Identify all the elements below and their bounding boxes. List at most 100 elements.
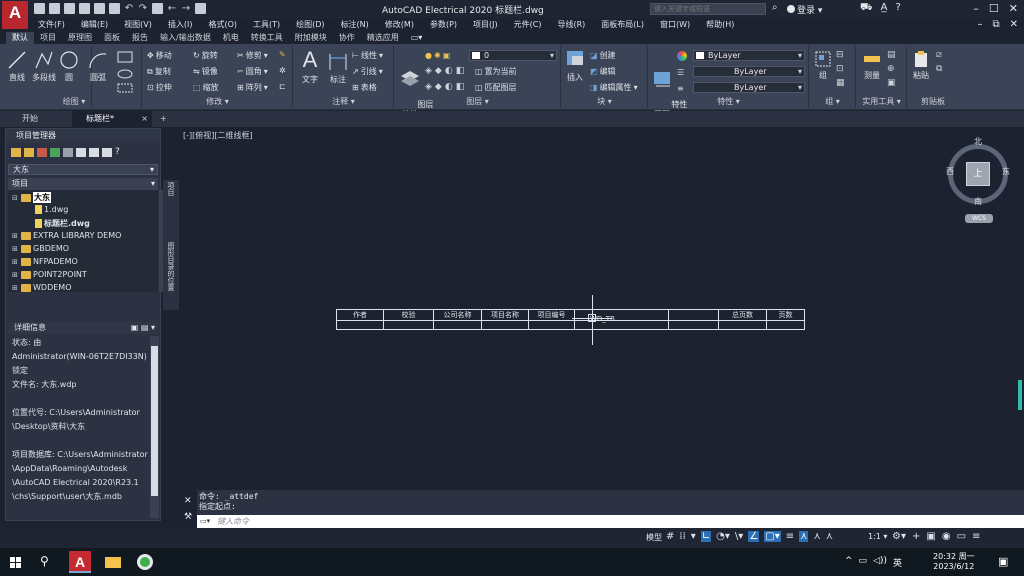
annotation-scale-dropdown[interactable]: 1:1 ▾ <box>868 532 887 541</box>
workspace-gear-icon[interactable]: ⚙▾ <box>892 531 906 542</box>
expand-toggle-icon[interactable]: ⊞ <box>12 271 19 279</box>
line-button[interactable]: 直线 <box>6 50 28 83</box>
details-scroll-thumb[interactable] <box>151 346 158 496</box>
menu-item-8[interactable]: 修改(M) <box>377 18 422 32</box>
move-button[interactable]: ✥ 移动 <box>147 50 172 61</box>
canvas-scroll-indicator[interactable] <box>1018 380 1022 410</box>
ribbon-minimize-toggle[interactable]: ▭▾ <box>405 32 429 44</box>
viewcube[interactable]: 上 北 南 东 西 WCS <box>946 137 1010 228</box>
tree-item[interactable]: 标题栏.dwg <box>26 218 90 229</box>
menu-item-11[interactable]: 元件(C) <box>506 18 550 32</box>
binoculars-icon[interactable]: ⌕ <box>772 2 778 13</box>
menu-item-4[interactable]: 格式(O) <box>200 18 245 32</box>
block-panel-title[interactable]: 块 ▾ <box>562 96 647 107</box>
linetype-icon[interactable]: ☰ <box>677 68 684 77</box>
tree-item[interactable]: ⊞ NFPADEMO <box>12 257 78 266</box>
ungroup-icon[interactable]: ⊟ <box>836 50 845 60</box>
expand-toggle-icon[interactable]: ⊞ <box>12 245 19 253</box>
grid-icon[interactable]: # <box>666 531 674 542</box>
copy-button[interactable]: ⧉ 复制 <box>147 66 171 77</box>
menu-item-5[interactable]: 工具(T) <box>245 18 288 32</box>
publish-icon[interactable] <box>102 148 112 157</box>
title-block-table[interactable]: WD_TB 作者 校验 公司名称 项目名称 项目编号 总页数 页数 <box>336 309 805 330</box>
sheet-set-icon[interactable] <box>109 3 120 14</box>
group-select-icon[interactable]: ▦ <box>836 78 845 88</box>
wcs-menu[interactable]: WCS <box>965 214 993 223</box>
annotation-visibility-icon[interactable]: ⋏ <box>799 531 809 542</box>
print-icon[interactable] <box>152 3 163 14</box>
measure-button[interactable]: 测量 <box>861 50 883 81</box>
new-project-icon[interactable] <box>24 148 34 157</box>
customize-icon[interactable]: ≡ <box>972 531 980 542</box>
scale-button[interactable]: ⬚ 缩放 <box>193 82 219 93</box>
layer-lock-icon[interactable]: ◧ <box>456 66 465 76</box>
menu-item-15[interactable]: 帮助(H) <box>698 18 742 32</box>
ribbon-tab-10[interactable]: 精选应用 <box>361 32 405 44</box>
menu-item-2[interactable]: 视图(V) <box>116 18 160 32</box>
compass-west[interactable]: 西 <box>946 166 954 177</box>
customize-command-icon[interactable]: ⚒ <box>184 512 192 522</box>
id-point-icon[interactable]: ⊕ <box>887 64 896 74</box>
annotation-scale-icon[interactable]: ⋏ <box>826 531 833 542</box>
layer-thaw-icon[interactable]: ◧ <box>456 82 465 92</box>
rectangle-hatch-icons[interactable] <box>116 50 136 94</box>
details-toggle-icons[interactable]: ▣ ▤ ▾ <box>131 322 155 334</box>
match-layer-button[interactable]: ◫ 匹配图层 <box>475 82 517 93</box>
minimize-icon[interactable]: – <box>973 2 979 15</box>
object-snap-icon[interactable]: ▢▾ <box>764 531 781 542</box>
back-icon[interactable]: ← <box>167 3 177 14</box>
auto-scale-icon[interactable]: ⋏ <box>813 531 820 542</box>
linear-dim-button[interactable]: ⊢ 线性 ▾ <box>352 50 383 61</box>
undo-icon[interactable]: ↶ <box>124 3 134 14</box>
help-icon[interactable]: ? <box>895 2 900 15</box>
doc-restore-icon[interactable]: ⧉ <box>992 19 999 30</box>
compass-south[interactable]: 南 <box>974 196 982 207</box>
expand-toggle-icon[interactable]: ⊞ <box>12 232 19 240</box>
volume-icon[interactable]: ◁)) <box>873 556 887 569</box>
windows-start-icon[interactable] <box>10 557 21 568</box>
share-icon[interactable] <box>195 3 206 14</box>
dimension-button[interactable]: 标注 <box>326 50 350 85</box>
text-button[interactable]: A 文字 <box>298 48 322 85</box>
compass-east[interactable]: 东 <box>1002 166 1010 177</box>
polar-icon[interactable]: ◔▾ <box>716 531 730 542</box>
side-tab-project[interactable]: 项目 <box>166 182 176 196</box>
help-circle-icon[interactable]: ? <box>115 148 125 157</box>
insert-block-button[interactable]: 插入 <box>564 48 586 83</box>
expand-toggle-icon[interactable]: ⊟ <box>12 194 19 202</box>
save-icon[interactable] <box>64 3 75 14</box>
ribbon-tab-0[interactable]: 默认 <box>6 32 34 44</box>
login-button[interactable]: 登录 ▾ <box>787 3 822 16</box>
details-scrollbar[interactable] <box>150 336 159 518</box>
calculator-icon[interactable]: ▤ <box>887 50 896 60</box>
menu-item-6[interactable]: 绘图(D) <box>288 18 332 32</box>
viewcube-top-face[interactable]: 上 <box>966 162 990 186</box>
bulb-icon[interactable]: ● <box>425 51 432 60</box>
properties-panel-title[interactable]: 特性 ▾ <box>649 96 808 107</box>
close-icon[interactable]: ✕ <box>1009 2 1018 15</box>
open-icon[interactable] <box>49 3 60 14</box>
modify-panel-title[interactable]: 修改 ▾ <box>143 96 292 107</box>
groups-panel-title[interactable]: 组 ▾ <box>810 96 855 107</box>
expand-toggle-icon[interactable]: ⊞ <box>12 284 19 292</box>
drawing-tab-active[interactable]: 标题栏* × <box>72 111 152 127</box>
ribbon-tab-4[interactable]: 报告 <box>126 32 154 44</box>
isodraft-icon[interactable]: \▾ <box>735 531 743 542</box>
model-tab[interactable]: 模型 <box>646 532 662 543</box>
save-as-icon[interactable] <box>79 3 90 14</box>
command-input[interactable] <box>217 515 1017 528</box>
taskbar-file-explorer-icon[interactable] <box>102 551 124 573</box>
menu-item-10[interactable]: 项目(J) <box>465 18 506 32</box>
plot-project-icon[interactable] <box>89 148 99 157</box>
tree-item[interactable]: ⊞ WDDEMO <box>12 283 71 292</box>
ribbon-tab-8[interactable]: 附加模块 <box>289 32 333 44</box>
layer-off-icon[interactable]: ◐ <box>445 66 453 76</box>
plus-icon[interactable]: + <box>912 531 920 542</box>
taskbar-browser-icon[interactable] <box>134 551 156 573</box>
ribbon-tab-2[interactable]: 原理图 <box>62 32 98 44</box>
taskbar-clock[interactable]: 20:32 周一 2023/6/12 <box>933 552 975 572</box>
color-wheel-icon[interactable] <box>677 51 687 61</box>
menu-item-3[interactable]: 插入(I) <box>160 18 201 32</box>
layers-panel-title[interactable]: 图层 ▾ <box>395 96 560 107</box>
menu-item-9[interactable]: 参数(P) <box>422 18 465 32</box>
